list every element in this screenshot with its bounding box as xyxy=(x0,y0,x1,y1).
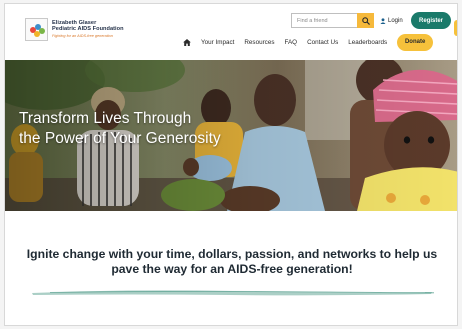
search-bar xyxy=(291,13,374,28)
home-icon xyxy=(183,38,191,46)
hero-banner: Transform Lives Through the Power of You… xyxy=(5,60,457,211)
mission-tagline: Ignite change with your time, dollars, p… xyxy=(26,247,438,276)
login-label: Login xyxy=(388,17,403,24)
site-header: Elizabeth Glaser Pediatric AIDS Foundati… xyxy=(5,4,457,60)
nav-home-link[interactable] xyxy=(183,38,191,46)
side-tab-handle[interactable] xyxy=(454,20,457,36)
brand-tagline: Fighting for an AIDS-free generation xyxy=(52,33,113,38)
brush-stroke-divider xyxy=(32,290,434,296)
search-icon xyxy=(361,16,370,25)
nav-item-leaderboards[interactable]: Leaderboards xyxy=(348,39,387,46)
foundation-logo[interactable]: Elizabeth Glaser Pediatric AIDS Foundati… xyxy=(25,18,124,41)
logo-mark-icon xyxy=(25,18,48,41)
hero-title: Transform Lives Through the Power of You… xyxy=(19,109,221,149)
hero-title-line1: Transform Lives Through xyxy=(19,110,192,127)
search-button[interactable] xyxy=(357,13,374,28)
page-frame: Elizabeth Glaser Pediatric AIDS Foundati… xyxy=(4,3,458,326)
brand-name-line2: Pediatric AIDS Foundation xyxy=(52,26,124,33)
nav-item-faq[interactable]: FAQ xyxy=(284,39,297,46)
nav-item-contact-us[interactable]: Contact Us xyxy=(307,39,338,46)
hero-title-line2: the Power of Your Generosity xyxy=(19,130,221,147)
register-button[interactable]: Register xyxy=(411,12,451,29)
nav-item-resources[interactable]: Resources xyxy=(244,39,274,46)
login-link[interactable]: Login xyxy=(380,14,403,27)
main-navigation: Your Impact Resources FAQ Contact Us Lea… xyxy=(183,33,434,51)
nav-item-your-impact[interactable]: Your Impact xyxy=(201,39,234,46)
donate-button[interactable]: Donate xyxy=(397,33,434,51)
search-input[interactable] xyxy=(291,13,357,28)
user-icon xyxy=(380,17,386,24)
